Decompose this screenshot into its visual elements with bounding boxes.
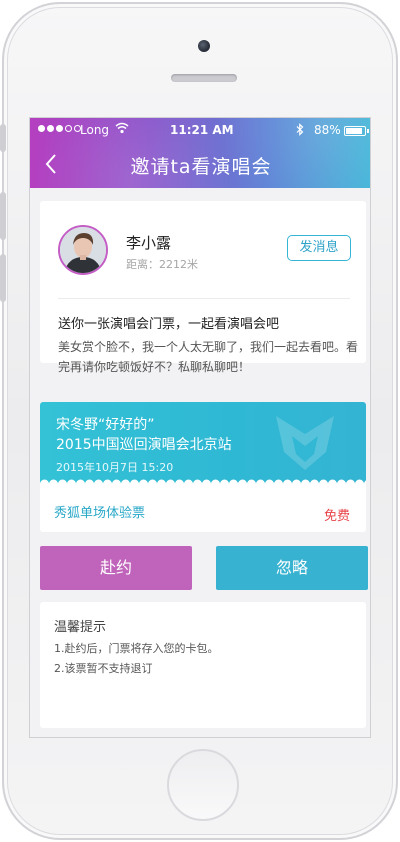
avatar[interactable]: [58, 225, 108, 275]
tips-panel: 温馨提示 1.赴约后，门票将存入您的卡包。 2.该票暂不支持退订: [40, 602, 366, 728]
earpiece-speaker: [171, 74, 237, 82]
battery-icon: [344, 126, 369, 136]
fox-logo-icon: [276, 416, 334, 470]
send-message-button[interactable]: 发消息: [287, 235, 351, 261]
ticket-scallop-edge: [40, 479, 366, 489]
mute-switch: [0, 124, 6, 152]
user-name: 李小露: [126, 234, 172, 252]
user-distance: 距离：2212米: [126, 258, 198, 271]
ticket-datetime: 2015年10月7日 15:20: [56, 461, 174, 474]
concert-ticket[interactable]: 宋冬野“好好的” 2015中国巡回演唱会北京站 2015年10月7日 15:20…: [40, 402, 366, 532]
home-button[interactable]: [167, 749, 239, 821]
signal-strength-icon: [38, 125, 81, 132]
page-title: 邀请ta看演唱会: [130, 156, 272, 178]
ignore-invitation-button[interactable]: 忽略: [216, 546, 368, 590]
carrier-name: Long: [80, 123, 110, 137]
ticket-price: 免费: [323, 509, 350, 524]
tips-title: 温馨提示: [54, 620, 107, 635]
status-time: 11:21 AM: [170, 123, 234, 137]
app-screen: Long 11:21 AM 88% 邀请ta看演唱会 李小露 距离：2212米 …: [29, 117, 371, 738]
divider: [58, 298, 350, 299]
battery-percentage: 88%: [314, 123, 341, 137]
invitation-message: 美女赏个脸不，我一个人太无聊了，我们一起去看吧。看完再请你吃顿饭好不？私聊私聊吧…: [58, 340, 359, 374]
navigation-header: Long 11:21 AM 88% 邀请ta看演唱会: [30, 118, 370, 188]
ticket-type: 秀狐单场体验票: [54, 506, 146, 521]
invitation-card: 李小露 距离：2212米 发消息 送你一张演唱会门票，一起看演唱会吧 美女赏个脸…: [40, 201, 366, 374]
wifi-icon: [115, 122, 129, 134]
volume-up-button: [0, 192, 6, 240]
accept-invitation-button[interactable]: 赴约: [40, 546, 192, 590]
back-arrow-icon[interactable]: [42, 152, 62, 176]
invitation-title: 送你一张演唱会门票，一起看演唱会吧: [58, 317, 280, 332]
avatar-portrait: [60, 227, 106, 273]
tips-item: 2.该票暂不支持退订: [54, 662, 153, 675]
status-bar: Long 11:21 AM 88%: [30, 120, 370, 140]
ticket-show-name: 2015中国巡回演唱会北京站: [56, 437, 232, 453]
front-camera: [198, 40, 210, 52]
ticket-header: 宋冬野“好好的” 2015中国巡回演唱会北京站 2015年10月7日 15:20: [40, 402, 366, 484]
bluetooth-icon: [296, 123, 304, 136]
tips-item: 1.赴约后，门票将存入您的卡包。: [54, 642, 219, 655]
ticket-artist: 宋冬野“好好的”: [56, 417, 155, 433]
volume-down-button: [0, 254, 6, 302]
